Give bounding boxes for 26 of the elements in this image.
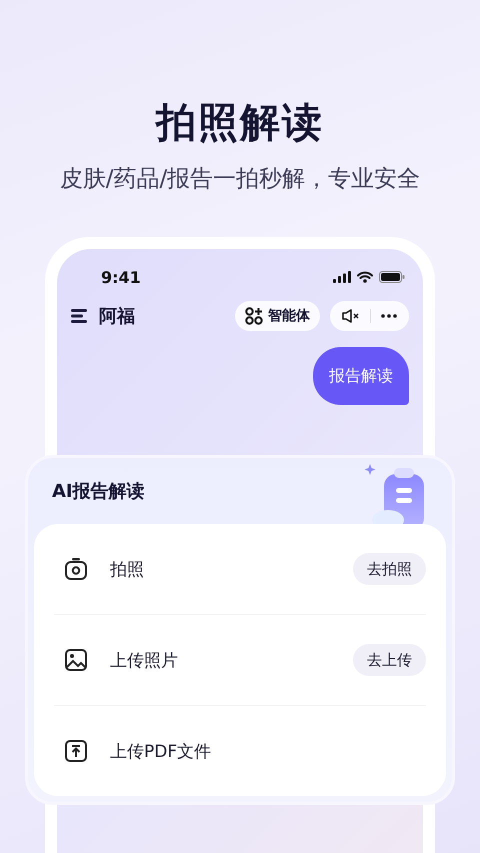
camera-icon <box>64 557 88 581</box>
speaker-muted-icon <box>342 309 360 323</box>
chat-bubble: 报告解读 <box>313 347 409 405</box>
option-row[interactable]: 上传PDF文件 <box>54 705 426 796</box>
menu-icon <box>71 309 87 323</box>
menu-button[interactable] <box>71 309 87 323</box>
option-label: 拍照 <box>110 558 145 580</box>
battery-icon <box>379 271 405 283</box>
wifi-icon <box>357 271 373 283</box>
more-icon <box>381 314 397 318</box>
action-button[interactable]: 去上传 <box>353 644 426 676</box>
app-title: 阿福 <box>99 305 135 328</box>
headline: 拍照解读 <box>156 99 324 148</box>
signal-icon <box>333 271 351 283</box>
option-label: 上传照片 <box>110 650 179 672</box>
agent-button[interactable]: 智能体 <box>235 301 320 331</box>
upload-icon <box>64 739 88 763</box>
image-icon <box>64 648 88 672</box>
option-label: 上传PDF文件 <box>110 740 212 762</box>
card-title: AI报告解读 <box>52 480 145 503</box>
status-time: 9:41 <box>101 268 141 286</box>
subtitle: 皮肤/药品/报告一拍秒解，专业安全 <box>60 165 420 194</box>
agents-icon <box>245 307 263 325</box>
action-button[interactable]: 去拍照 <box>353 553 426 585</box>
option-row[interactable]: 上传照片 去上传 <box>54 614 426 705</box>
option-row[interactable]: 拍照 去拍照 <box>54 524 426 614</box>
